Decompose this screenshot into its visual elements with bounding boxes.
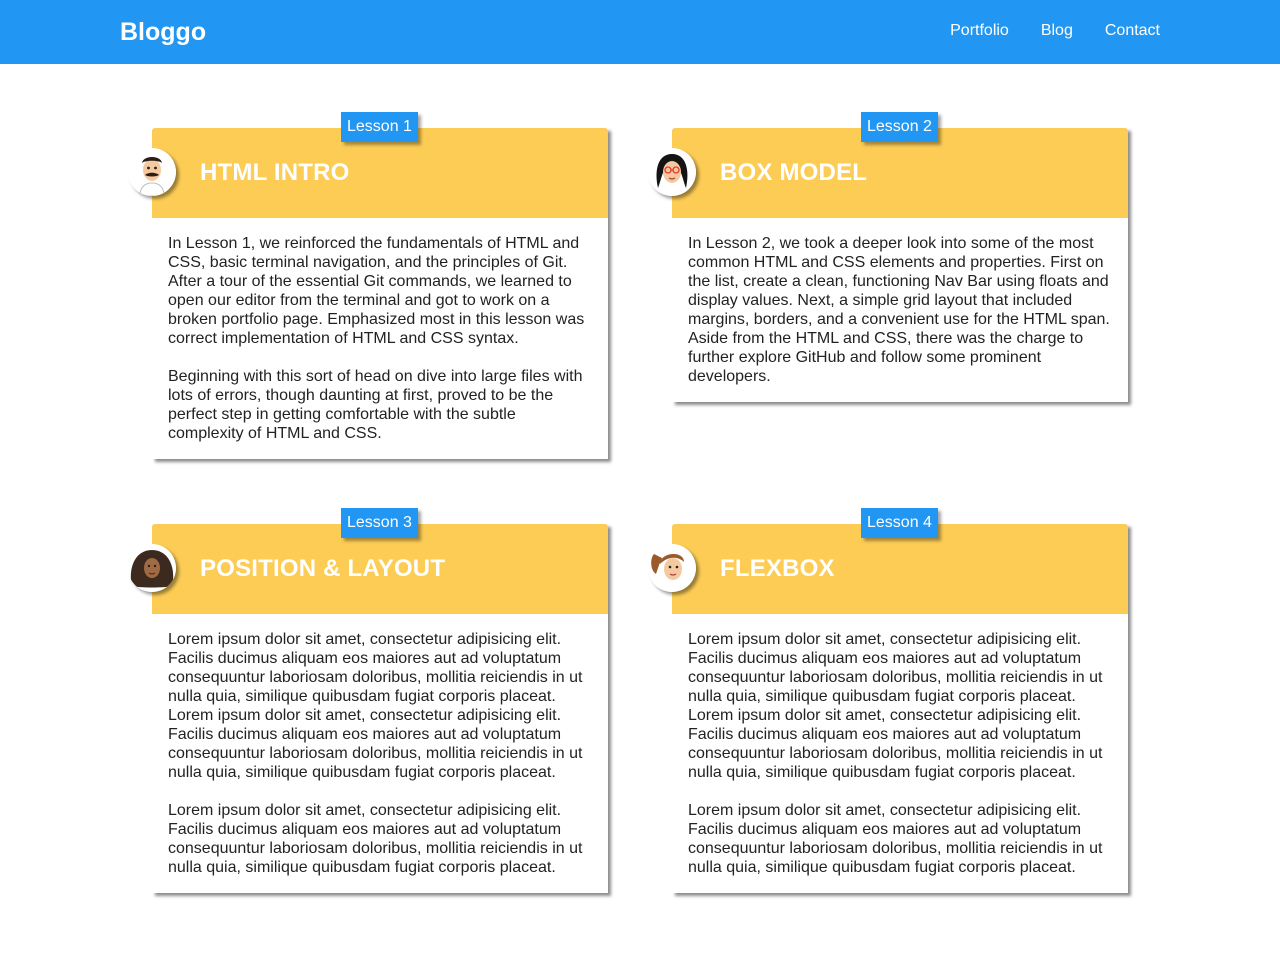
card-header: Lesson 1 HTML INTRO xyxy=(128,112,608,218)
brand-logo[interactable]: Bloggo xyxy=(120,16,206,48)
nav-link-portfolio[interactable]: Portfolio xyxy=(950,20,1009,42)
woman-with-curly-hair-avatar-icon xyxy=(128,544,176,592)
card-header: Lesson 2 BOX MODEL xyxy=(648,112,1128,218)
card-header: Lesson 4 FLEXBOX xyxy=(648,508,1128,614)
lesson-card: Lesson 2 BOX MODEL In Lesson 2, we took … xyxy=(648,112,1128,402)
lesson-tab: Lesson 1 xyxy=(341,112,418,142)
card-paragraph: Lorem ipsum dolor sit amet, consectetur … xyxy=(688,631,1103,781)
card-body: Lorem ipsum dolor sit amet, consectetur … xyxy=(152,614,608,893)
top-navbar: Bloggo Portfolio Blog Contact xyxy=(0,0,1280,64)
card-paragraph: In Lesson 2, we took a deeper look into … xyxy=(688,235,1110,385)
card-title: POSITION & LAYOUT xyxy=(200,555,446,582)
nav-link-contact[interactable]: Contact xyxy=(1105,20,1160,42)
card-title: HTML INTRO xyxy=(200,159,350,186)
card-title: BOX MODEL xyxy=(720,159,868,186)
lesson-card: Lesson 1 HTML INTRO In Lesson 1, we rein… xyxy=(128,112,608,459)
lesson-tab: Lesson 3 xyxy=(341,508,418,538)
lesson-tab: Lesson 4 xyxy=(861,508,938,538)
card-paragraph: Beginning with this sort of head on dive… xyxy=(168,368,583,442)
card-body: In Lesson 1, we reinforced the fundament… xyxy=(152,218,608,459)
card-body: In Lesson 2, we took a deeper look into … xyxy=(672,218,1128,402)
woman-with-ponytail-avatar-icon xyxy=(648,544,696,592)
card-paragraph: In Lesson 1, we reinforced the fundament… xyxy=(168,235,585,347)
card-paragraph: Lorem ipsum dolor sit amet, consectetur … xyxy=(168,631,583,781)
nav-link-blog[interactable]: Blog xyxy=(1041,20,1073,42)
card-paragraph: Lorem ipsum dolor sit amet, consectetur … xyxy=(168,802,583,876)
card-body: Lorem ipsum dolor sit amet, consectetur … xyxy=(672,614,1128,893)
lesson-card: Lesson 4 FLEXBOX Lorem ipsum dolor sit a… xyxy=(648,508,1128,893)
lesson-card: Lesson 3 POSITION & LAYOUT Lorem ipsum d… xyxy=(128,508,608,893)
lesson-tab: Lesson 2 xyxy=(861,112,938,142)
nav-links: Portfolio Blog Contact xyxy=(950,20,1160,42)
card-title: FLEXBOX xyxy=(720,555,835,582)
card-header: Lesson 3 POSITION & LAYOUT xyxy=(128,508,608,614)
card-paragraph: Lorem ipsum dolor sit amet, consectetur … xyxy=(688,802,1103,876)
man-with-mustache-avatar-icon xyxy=(128,148,176,196)
woman-with-glasses-avatar-icon xyxy=(648,148,696,196)
